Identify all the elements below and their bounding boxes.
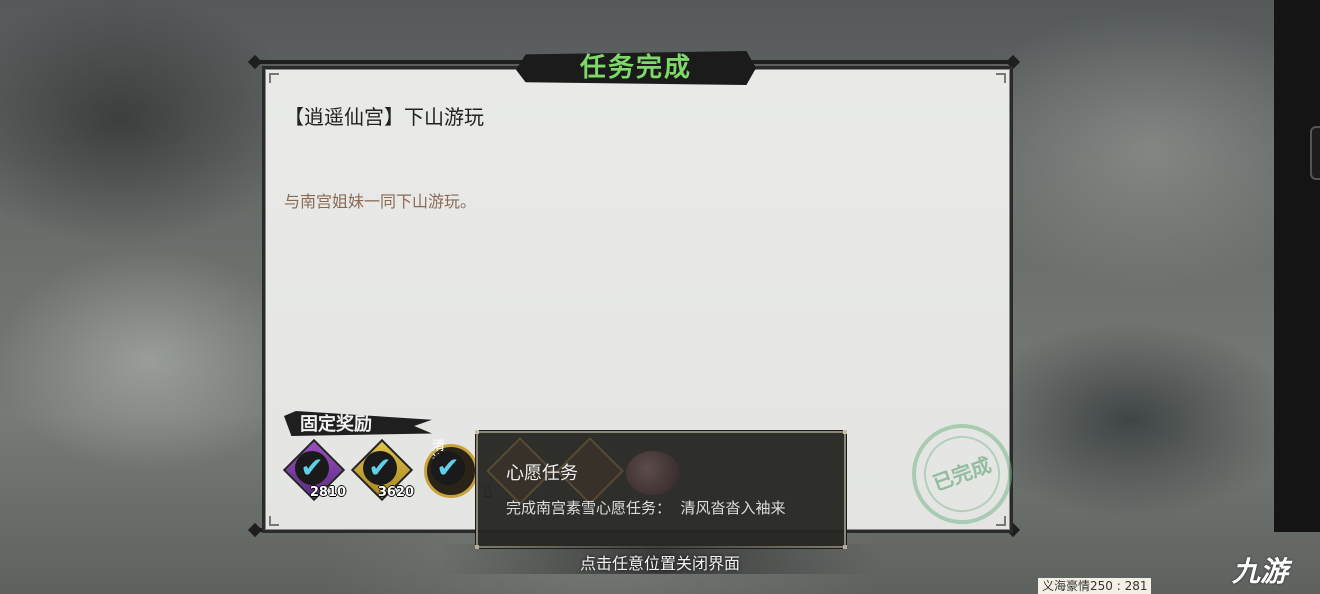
tooltip-corner bbox=[475, 430, 479, 434]
quest-title: 【逍遥仙宫】下山游玩 bbox=[284, 105, 484, 129]
map-coordinates: 义海豪情250 : 281 bbox=[1038, 578, 1152, 594]
panel-corner bbox=[996, 73, 1006, 83]
reward-label: 固定奖励 bbox=[300, 414, 372, 435]
faded-orb-icon bbox=[626, 451, 680, 495]
panel-corner bbox=[269, 73, 279, 83]
reward-item-purple[interactable]: ✔ 2810 bbox=[282, 438, 346, 502]
check-icon: ✔ bbox=[431, 451, 465, 485]
side-panel-handle[interactable] bbox=[1310, 126, 1320, 180]
panel-corner bbox=[996, 516, 1006, 526]
watermark-logo: 九游 bbox=[1232, 555, 1289, 588]
side-panel-edge bbox=[1274, 0, 1320, 532]
reward-item-seal[interactable]: 清逸 ✔ 1 bbox=[420, 440, 492, 500]
tooltip-title: 心愿任务 bbox=[506, 463, 578, 484]
reward-count: 3620 bbox=[377, 485, 414, 500]
reward-count: 2810 bbox=[309, 485, 346, 500]
reward-item-gold[interactable]: ✔ 3620 bbox=[350, 438, 414, 502]
quest-description: 与南宫姐妹一同下山游玩。 bbox=[284, 192, 477, 211]
check-icon: ✔ bbox=[363, 451, 397, 485]
tooltip-body: 完成南宫素雪心愿任务： 清风沓沓入袖来 bbox=[506, 499, 786, 517]
check-icon: ✔ bbox=[295, 451, 329, 485]
tooltip-corner bbox=[843, 430, 847, 434]
banner-title: 任务完成 bbox=[579, 53, 692, 83]
close-hint[interactable]: 点击任意位置关闭界面 bbox=[0, 550, 1320, 574]
panel-corner bbox=[269, 516, 279, 526]
wish-task-tooltip: 心愿任务 完成南宫素雪心愿任务： 清风沓沓入袖来 bbox=[475, 430, 847, 549]
